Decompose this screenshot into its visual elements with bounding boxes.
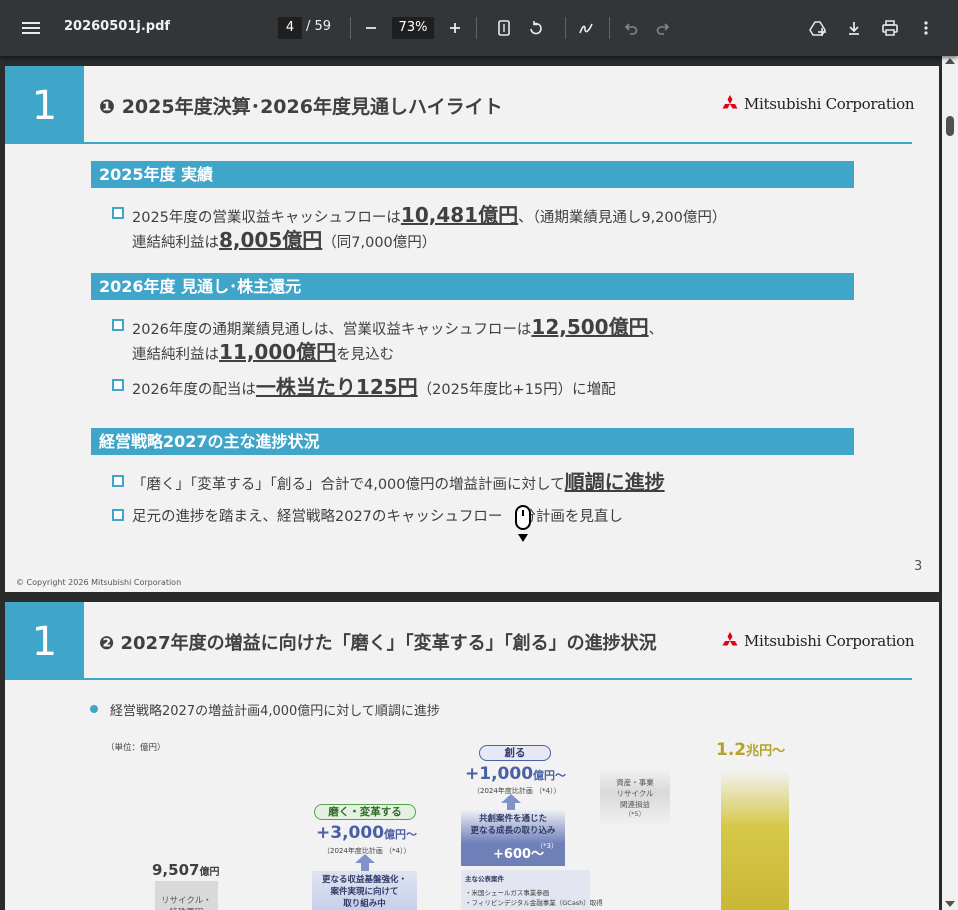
copyright: © Copyright 2026 Mitsubishi Corporation: [16, 578, 182, 587]
page-number: 3: [914, 559, 923, 574]
tsukuru-box: 共創案件を通じた 更なる成長の取り込み +600～ （*3）: [461, 810, 565, 866]
fit-page-icon: [498, 20, 510, 36]
base-bar-label: リサイクル・ 特殊要因: [161, 896, 212, 910]
bullet-text: 連結純利益は11,000億円を見込む: [132, 340, 395, 364]
cases-title: 主な公表案件: [465, 875, 504, 883]
toolbar-divider: [565, 17, 566, 39]
download-icon: [849, 22, 859, 35]
undo-button[interactable]: [617, 14, 645, 42]
company-logo: Mitsubishi Corporation: [720, 631, 915, 651]
pen-icon: [579, 23, 593, 34]
rotate-icon: [530, 21, 542, 35]
logo-text: Mitsubishi Corporation: [744, 95, 915, 113]
cases-box: 主な公表案件 ・米国シェールガス事業参画 ・フィリピンデジタル金融事業（GCas…: [461, 870, 603, 910]
total-pages: / 59: [306, 19, 332, 34]
vertical-scrollbar[interactable]: [942, 56, 958, 910]
tsukuru-pill: 創る: [479, 745, 551, 761]
slide-number-box: 1: [5, 66, 84, 144]
slide-title: ❶ 2025年度決算･2026年度見通しハイライト: [99, 96, 503, 118]
more-vertical-icon: [924, 21, 928, 35]
three-diamonds-icon: [722, 632, 738, 646]
square-bullet-icon: [112, 319, 124, 331]
zoom-in-button[interactable]: [441, 14, 469, 42]
slide-number-box: 1: [5, 602, 84, 680]
arrow-stem: [361, 863, 369, 871]
base-bar: リサイクル・ 特殊要因: [155, 881, 218, 910]
square-bullet-icon: [112, 475, 124, 487]
asset-recycle-box: 資産・事業 リサイクル 関連損益 （*5）: [600, 769, 670, 827]
bullet-text: 経営戦略2027の増益計画4,000億円に対して順調に進捗: [110, 704, 440, 719]
bullet-text: 連結純利益は8,005億円（同7,000億円）: [132, 228, 437, 252]
toolbar-divider: [476, 17, 477, 39]
square-bullet-icon: [112, 509, 124, 521]
tsukuru-box-title: 共創案件を通じた 更なる成長の取り込み: [470, 814, 556, 836]
zoom-input[interactable]: 73%: [392, 17, 434, 39]
up-arrow-icon: [355, 854, 375, 863]
scroll-down-arrow-icon[interactable]: [945, 901, 955, 907]
square-bullet-icon: [112, 379, 124, 391]
company-logo: Mitsubishi Corporation: [720, 94, 915, 114]
download-button[interactable]: [840, 14, 868, 42]
page-number-input[interactable]: 4: [278, 17, 302, 39]
minus-icon: [366, 27, 376, 29]
save-to-drive-button[interactable]: [804, 14, 832, 42]
header-rule: [84, 142, 912, 144]
plus-icon: [450, 23, 460, 33]
toolbar-divider: [609, 17, 610, 39]
section-heading: 経営戦略2027の主な進捗状況: [91, 428, 854, 455]
rotate-button[interactable]: [522, 14, 550, 42]
target-bar: [721, 770, 789, 910]
redo-icon: [656, 23, 670, 35]
three-diamonds-icon: [722, 95, 738, 109]
migaku-pill: 磨く・変革する: [314, 804, 416, 820]
asset-recycle-note: （*5）: [624, 810, 646, 818]
migaku-box-text: 更なる収益基盤強化・ 案件実現に向けて 取り組み中: [321, 875, 407, 909]
printer-icon: [882, 20, 898, 36]
redo-button[interactable]: [649, 14, 677, 42]
fit-page-button[interactable]: [490, 14, 518, 42]
pdf-page-3: 1 ❶ 2025年度決算･2026年度見通しハイライト Mitsubishi C…: [5, 66, 939, 592]
case-item: ・米国シェールガス事業参画: [465, 889, 550, 897]
autoscroll-cursor-icon: [515, 505, 531, 530]
tsukuru-value: +1,000億円～: [465, 764, 567, 784]
zoom-out-button[interactable]: [357, 14, 385, 42]
up-arrow-icon: [501, 794, 521, 803]
arrow-stem: [507, 803, 515, 810]
more-actions-button[interactable]: [912, 14, 940, 42]
section-heading: 2025年度 実績: [91, 161, 854, 188]
migaku-box: 更なる収益基盤強化・ 案件実現に向けて 取り組み中: [312, 871, 417, 910]
logo-text: Mitsubishi Corporation: [744, 632, 915, 650]
bullet-text: 「磨く」「変革する」「創る」合計で4,000億円の増益計画に対して順調に進捗: [132, 470, 665, 494]
undo-icon: [624, 23, 638, 35]
print-button[interactable]: [876, 14, 904, 42]
slide-title: ❷ 2027年度の増益に向けた「磨く」「変革する」「創る」の進捗状況: [99, 633, 657, 654]
annotate-button[interactable]: [572, 14, 600, 42]
tsukuru-box-note: （*3）: [536, 842, 558, 850]
round-bullet-icon: [90, 705, 98, 713]
drive-add-icon: [809, 21, 826, 36]
pdf-page-4: 1 ❷ 2027年度の増益に向けた「磨く」「変革する」「創る」の進捗状況 Mit…: [5, 602, 939, 910]
target-value: 1.2兆円～: [716, 740, 786, 760]
scroll-down-arrow-icon: [518, 534, 528, 542]
asset-recycle-label: 資産・事業 リサイクル 関連損益: [616, 778, 654, 809]
unit-label: （単位：億円）: [106, 743, 166, 753]
header-rule: [84, 678, 912, 680]
bullet-text: 足元の進捗を踏まえ、経営戦略2027のキャッシュフロー 分計画を見直し: [132, 509, 623, 525]
file-name: 20260501j.pdf: [64, 19, 171, 34]
case-item: ・フィリピンデジタル金融事業（GCash）取得: [465, 899, 603, 907]
toolbar-divider: [350, 17, 351, 39]
migaku-value: +3,000億円～: [316, 823, 418, 843]
scroll-up-arrow-icon[interactable]: [945, 58, 955, 64]
scrollbar-thumb[interactable]: [946, 116, 954, 136]
base-value: 9,507億円: [152, 861, 220, 879]
section-heading: 2026年度 見通し･株主還元: [91, 273, 854, 300]
menu-icon[interactable]: [22, 19, 40, 37]
bullet-text: 2026年度の配当は一株当たり125円（2025年度比+15円）に増配: [132, 375, 616, 399]
square-bullet-icon: [112, 207, 124, 219]
pdf-toolbar: 20260501j.pdf 4 / 59 73%: [0, 0, 958, 56]
